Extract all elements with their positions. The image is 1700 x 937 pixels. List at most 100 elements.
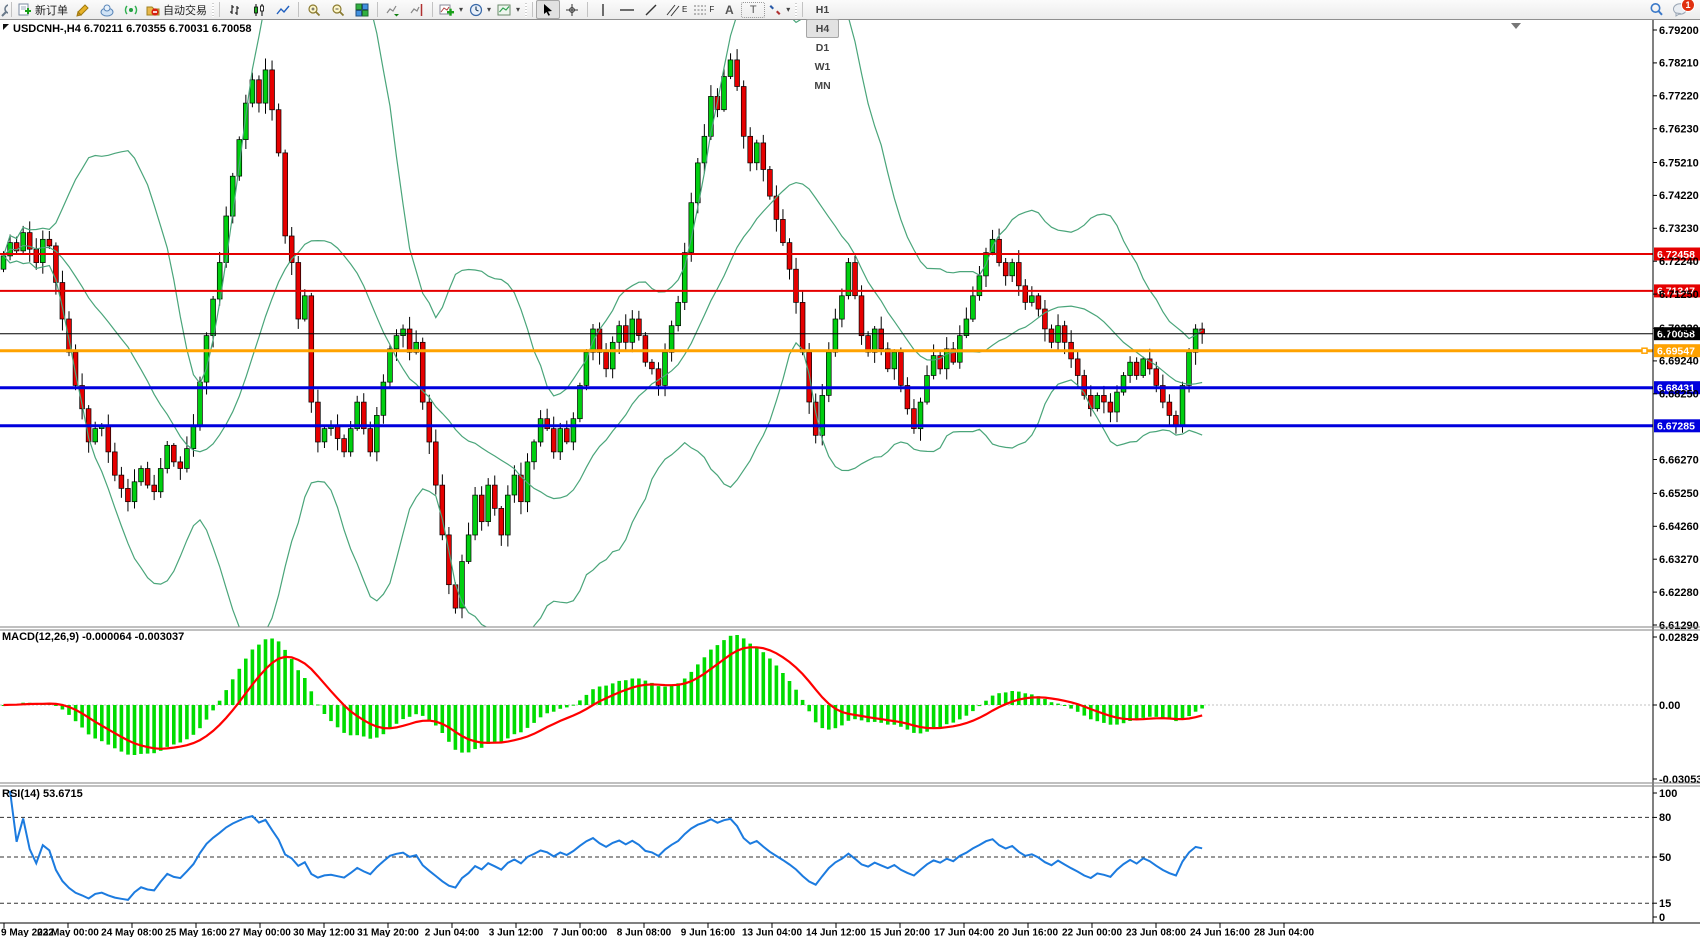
zoom-in-button[interactable] — [302, 0, 326, 19]
macd-histogram-bar — [735, 635, 739, 705]
candlestick-chart-button[interactable] — [247, 0, 271, 19]
macd-histogram-bar — [578, 700, 582, 705]
horizontal-line-button[interactable] — [615, 0, 639, 19]
trendline-button[interactable] — [639, 0, 663, 19]
candlestick — [158, 469, 163, 492]
candlestick — [794, 269, 799, 302]
macd-histogram-bar — [762, 652, 766, 705]
candlestick — [663, 352, 668, 385]
candlestick — [1075, 359, 1080, 376]
metaeditor-button[interactable] — [71, 0, 95, 19]
periods-button[interactable]: ▾ — [466, 0, 494, 19]
macd-histogram-bar — [1200, 705, 1204, 709]
community-button[interactable] — [95, 0, 119, 19]
timeframe-button-d1[interactable]: D1 — [806, 38, 838, 57]
text-button[interactable]: A — [717, 0, 741, 19]
candlestick — [997, 239, 1002, 262]
candlestick — [558, 429, 563, 452]
equidistant-channel-button[interactable]: E — [663, 0, 690, 19]
candlestick — [551, 429, 556, 452]
macd-histogram-bar — [807, 705, 811, 711]
crosshair-button[interactable] — [560, 0, 584, 19]
macd-histogram-bar — [395, 705, 399, 724]
periods-dropdown-caret: ▾ — [487, 5, 491, 14]
candlestick — [1003, 263, 1008, 276]
time-tick-label: 23 May 00:00 — [37, 928, 99, 937]
candlestick — [309, 296, 314, 402]
chart-shift-button[interactable] — [405, 0, 429, 19]
timeframe-button-w1[interactable]: W1 — [806, 57, 838, 76]
candlestick — [473, 495, 478, 535]
zoom-out-button[interactable] — [326, 0, 350, 19]
macd-histogram-bar — [336, 705, 340, 727]
timeframe-button-h4[interactable]: H4 — [806, 19, 838, 38]
time-tick-label: 23 Jun 08:00 — [1126, 928, 1186, 937]
vertical-line-button[interactable] — [591, 0, 615, 19]
indicators-button[interactable]: ▾ — [436, 0, 466, 19]
macd-histogram-bar — [277, 641, 281, 705]
cursor-button[interactable] — [536, 0, 560, 19]
bar-chart-button[interactable] — [223, 0, 247, 19]
new-order-label: 新订单 — [35, 2, 68, 18]
candlestick — [977, 276, 982, 296]
macd-histogram-bar — [676, 683, 680, 705]
chat-button[interactable]: 1 — [1668, 0, 1692, 19]
fibonacci-button[interactable]: F — [690, 0, 717, 19]
timeframe-button-mn[interactable]: MN — [806, 76, 838, 95]
candlestick — [800, 302, 805, 352]
candlestick — [735, 60, 740, 87]
candlestick — [768, 170, 773, 197]
timeframe-button-h1[interactable]: H1 — [806, 0, 838, 19]
pivot-line-handle[interactable] — [1642, 348, 1647, 353]
time-tick-label: 15 Jun 20:00 — [870, 928, 930, 937]
macd-histogram-bar — [919, 705, 923, 733]
text-label-button[interactable]: T — [741, 2, 765, 18]
candlestick — [178, 462, 183, 469]
price-tick-label: 6.76230 — [1659, 124, 1699, 136]
macd-histogram-bar — [447, 705, 451, 742]
candlestick — [571, 419, 576, 442]
candlestick — [519, 475, 524, 502]
autotrading-button[interactable]: 自动交易 — [143, 0, 210, 19]
macd-histogram-bar — [1115, 705, 1119, 725]
price-tick-label: 6.74220 — [1659, 190, 1699, 202]
search-button[interactable] — [1644, 0, 1668, 19]
rsi-tick-label: 80 — [1659, 812, 1671, 824]
candlestick — [348, 429, 353, 452]
candlestick — [316, 402, 321, 442]
candlestick — [872, 329, 877, 352]
templates-button[interactable]: ▾ — [494, 0, 523, 19]
macd-histogram-bar — [1096, 705, 1100, 721]
macd-histogram-bar — [1122, 705, 1126, 723]
candlestick — [899, 352, 904, 385]
macd-histogram-bar — [716, 645, 720, 705]
arrows-button[interactable]: ▾ — [765, 0, 793, 19]
candlestick — [263, 70, 268, 103]
macd-histogram-bar — [408, 705, 412, 717]
one-click-trading-arrow[interactable] — [3, 24, 9, 30]
line-chart-button[interactable] — [271, 0, 295, 19]
macd-histogram-bar — [231, 679, 235, 705]
tile-windows-button[interactable] — [350, 0, 374, 19]
time-tick-label: 17 Jun 04:00 — [934, 928, 994, 937]
macd-histogram-bar — [703, 657, 707, 705]
time-tick-label: 20 Jun 16:00 — [998, 928, 1058, 937]
candlestick — [754, 143, 759, 163]
price-axis[interactable]: 6.792006.782106.772206.762306.752106.742… — [0, 20, 1700, 924]
candlestick — [1121, 376, 1126, 393]
macd-histogram-bar — [690, 672, 694, 705]
macd-histogram-bar — [860, 705, 864, 720]
macd-histogram-bar — [997, 693, 1001, 705]
auto-scroll-button[interactable] — [381, 0, 405, 19]
macd-histogram-bar — [748, 644, 752, 705]
chart-shift-marker[interactable] — [1511, 23, 1521, 29]
main-chart-panel[interactable] — [1, 0, 1204, 645]
new-order-button[interactable]: 新订单 — [15, 0, 71, 19]
rsi-panel[interactable] — [0, 791, 1653, 903]
macd-panel[interactable] — [0, 635, 1653, 755]
macd-histogram-bar — [427, 705, 431, 720]
time-axis[interactable]: 9 May 202223 May 00:0024 May 08:0025 May… — [0, 923, 1700, 937]
cut-off-magnifier-icon[interactable] — [0, 3, 8, 17]
macd-histogram-bar — [316, 705, 320, 706]
signals-button[interactable] — [119, 0, 143, 19]
